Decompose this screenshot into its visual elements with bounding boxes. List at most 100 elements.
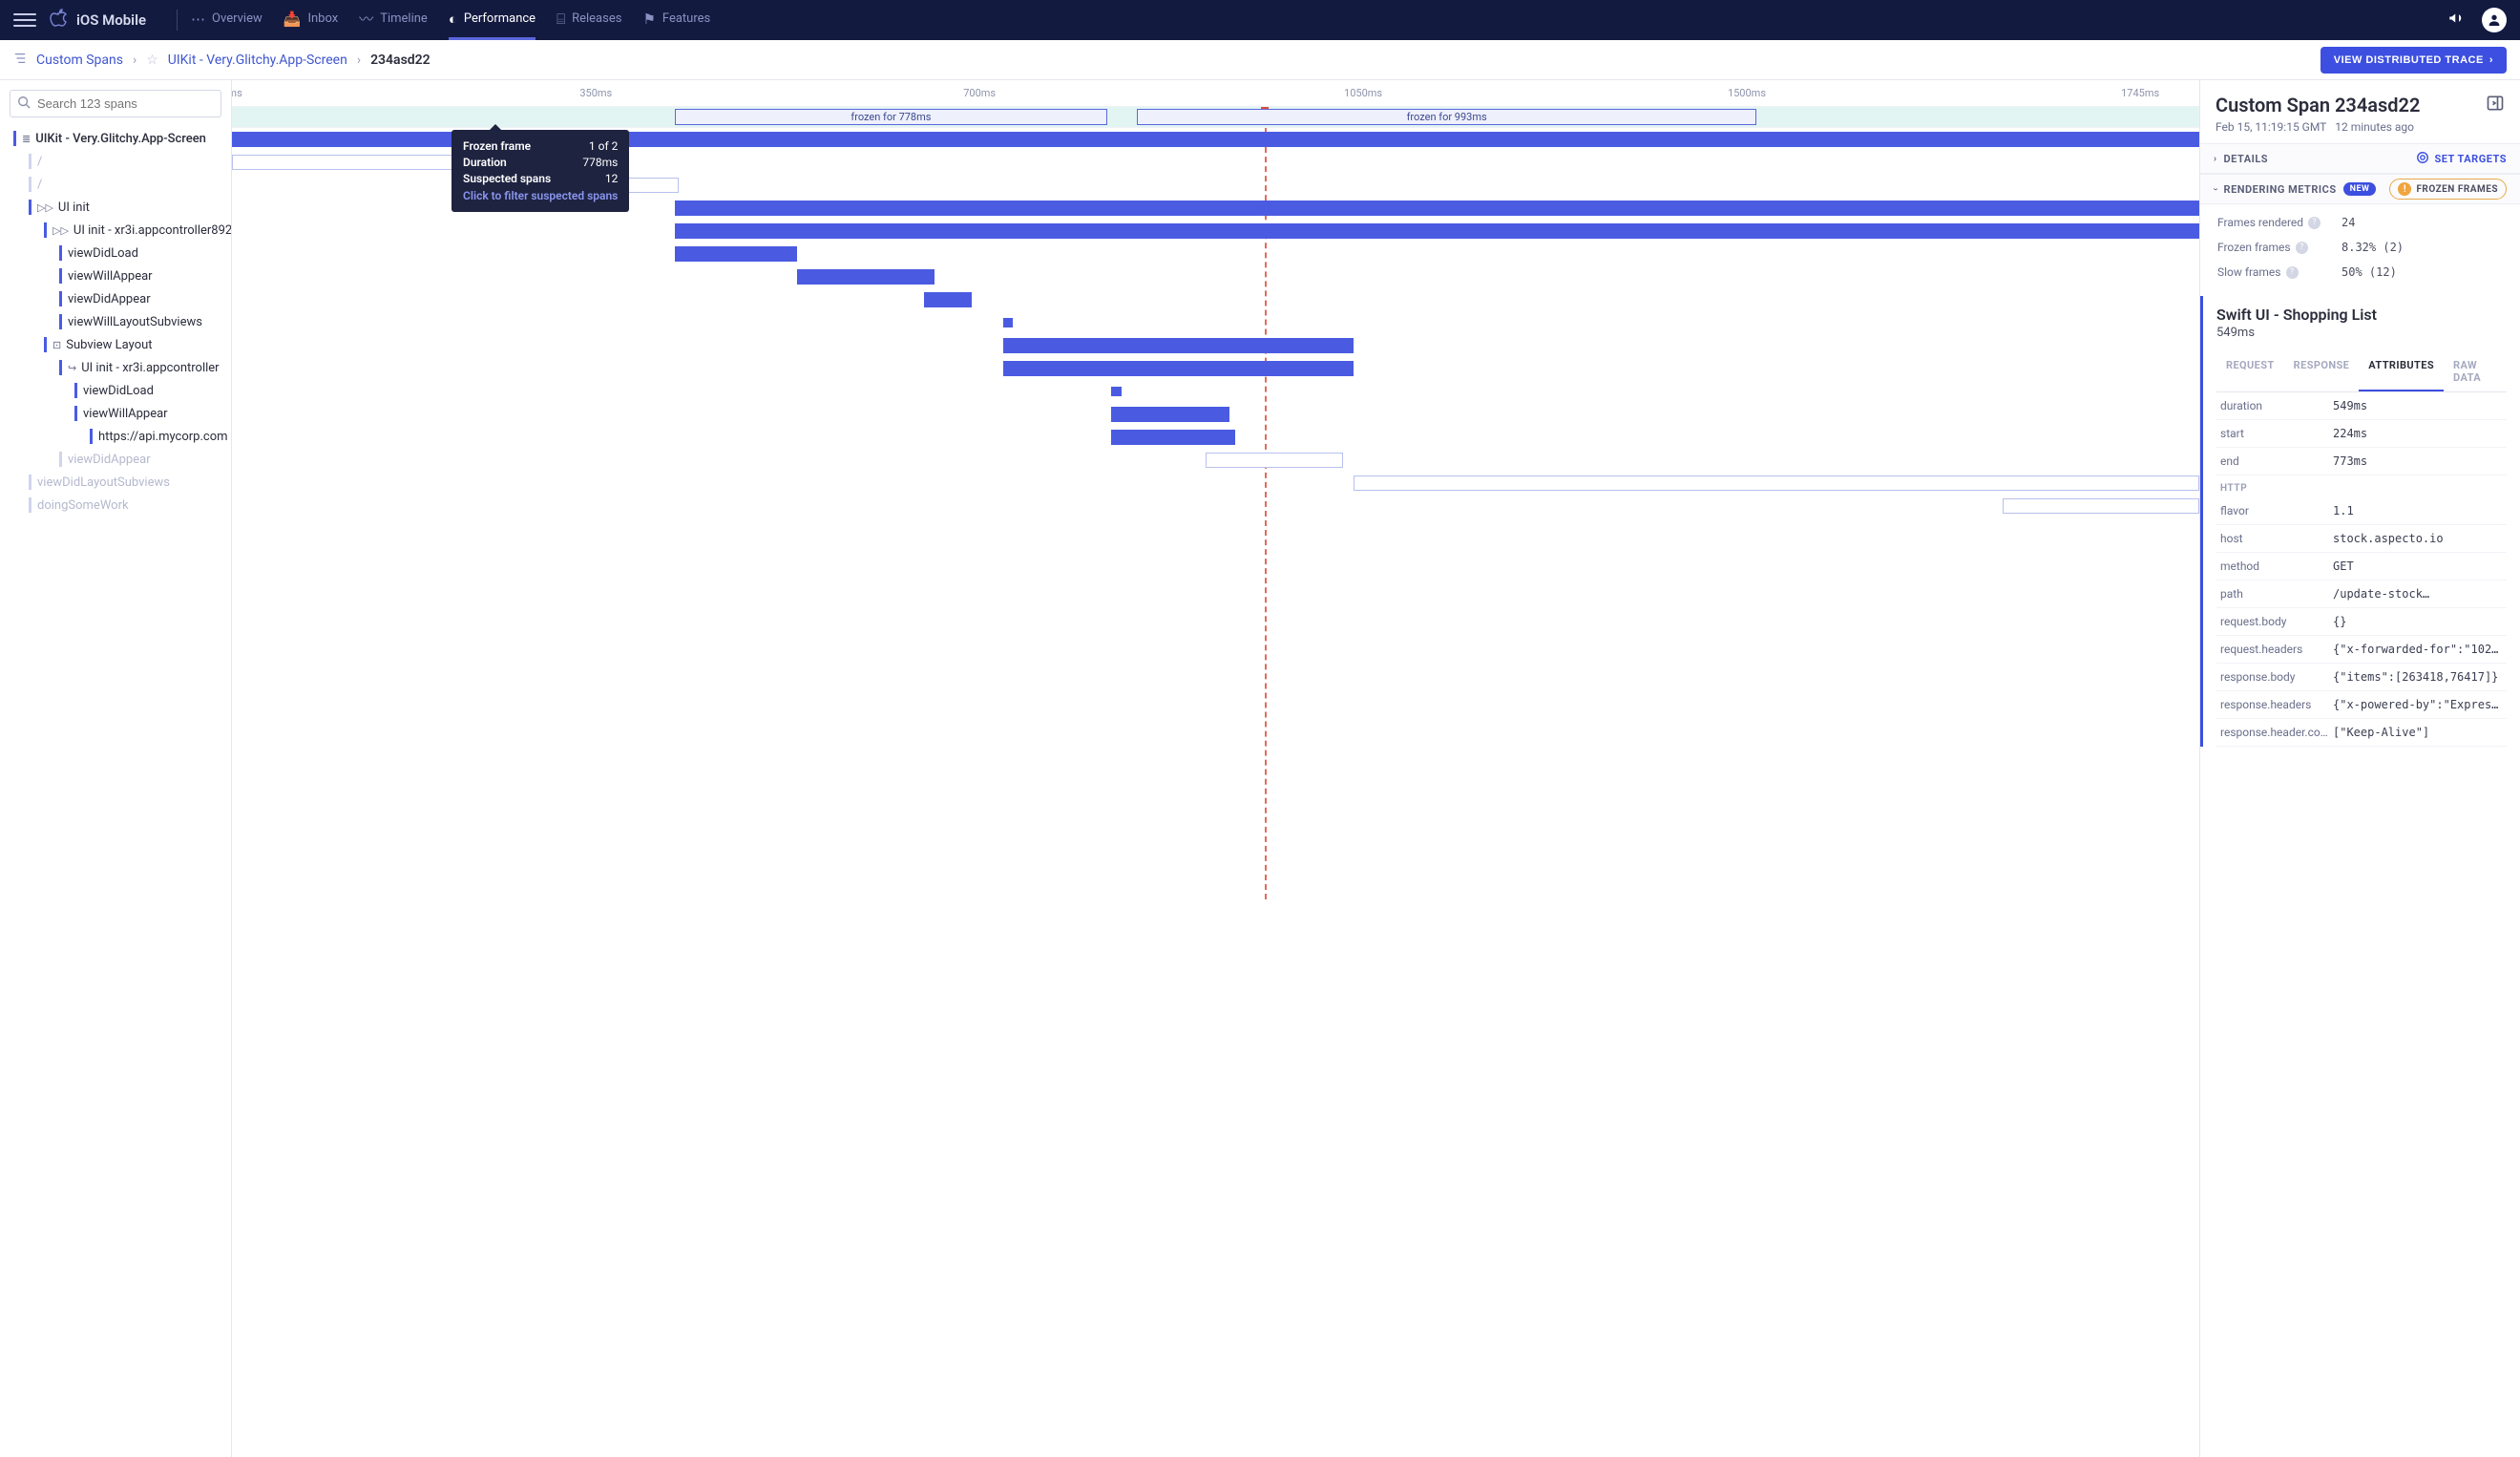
span-color-bar (59, 291, 62, 306)
span-tree-row[interactable]: ▷▷UI init (0, 196, 231, 219)
span-tree-row[interactable]: ↪UI init - xr3i.appcontroller (0, 356, 231, 379)
span-tree-row[interactable]: / (0, 150, 231, 173)
attr-section-label: HTTP (2216, 475, 2507, 497)
span-tree-row[interactable]: viewWillAppear (0, 402, 231, 425)
breadcrumb-item[interactable]: UIKit - Very.Glitchy.App-Screen (168, 53, 347, 68)
span-color-bar (29, 475, 32, 490)
span-bar[interactable] (2003, 498, 2199, 514)
span-title: Custom Span 234asd22 (2216, 94, 2420, 116)
releases-icon: ⌸ (556, 11, 565, 28)
span-bar[interactable] (1206, 453, 1343, 468)
metric-value: 8.32% (2) (2342, 241, 2404, 254)
span-tree-row[interactable]: viewWillAppear (0, 264, 231, 287)
span-tree-row[interactable]: viewDidLoad (0, 379, 231, 402)
span-bar-row (232, 288, 2199, 311)
span-tree-row[interactable]: viewDidAppear (0, 287, 231, 310)
span-bar[interactable] (1003, 318, 1013, 327)
span-tree-row[interactable]: viewDidLayoutSubviews (0, 471, 231, 494)
details-panel: Custom Span 234asd22 Feb 15, 11:19:15 GM… (2200, 80, 2520, 1457)
attr-label: response.header.connect... (2220, 726, 2333, 739)
time-axis: 0ms350ms700ms1050ms1745ms1500ms (232, 80, 2199, 107)
span-bar[interactable] (232, 155, 458, 170)
star-icon[interactable]: ☆ (146, 53, 158, 68)
span-tree-row[interactable]: ⊡Subview Layout (0, 333, 231, 356)
collapse-panel-icon[interactable] (2486, 94, 2505, 117)
set-targets-button[interactable]: SET TARGETS (2416, 151, 2507, 167)
attribute-row: path/update-stock… (2216, 581, 2507, 608)
attr-label: start (2220, 427, 2333, 440)
nav-tab-overview[interactable]: ⋯Overview (191, 0, 262, 40)
row-icon: ⊡ (52, 339, 61, 351)
details-section-header[interactable]: › DETAILS SET TARGETS (2200, 143, 2520, 174)
span-bar[interactable] (675, 201, 2199, 216)
hamburger-menu[interactable] (13, 9, 36, 32)
search-spans-input[interactable] (10, 90, 221, 117)
span-tree-row[interactable]: viewWillLayoutSubviews (0, 310, 231, 333)
span-tree-row[interactable]: ≣UIKit - Very.Glitchy.App-Screen (0, 127, 231, 150)
attr-value: 549ms (2333, 399, 2503, 412)
span-color-bar (59, 314, 62, 329)
span-bar-row (232, 449, 2199, 472)
detail-tab-request[interactable]: REQUEST (2216, 351, 2284, 391)
span-tree-row[interactable]: viewDidLoad (0, 242, 231, 264)
frozen-frames-pill[interactable]: ! FROZEN FRAMES (2389, 179, 2507, 200)
time-tick: 1500ms (1728, 87, 1766, 99)
nav-tab-inbox[interactable]: 📥Inbox (284, 0, 338, 40)
attr-label: request.headers (2220, 643, 2333, 656)
span-bar[interactable] (1111, 430, 1235, 445)
detail-tab-attributes[interactable]: ATTRIBUTES (2359, 351, 2444, 391)
span-bar[interactable] (924, 292, 971, 307)
span-bar[interactable] (675, 223, 2199, 239)
span-detail-card: Swift UI - Shopping List 549ms REQUESTRE… (2200, 296, 2520, 747)
frozen-segment[interactable]: frozen for 778ms (675, 109, 1107, 125)
attr-value: 1.1 (2333, 504, 2503, 517)
attribute-row: response.headers{"x-powered-by":"Express… (2216, 691, 2507, 719)
chevron-right-icon: › (357, 53, 361, 68)
attr-value: /update-stock… (2333, 587, 2503, 601)
help-icon[interactable]: ? (2286, 266, 2299, 279)
row-icon: ≣ (22, 133, 31, 145)
span-tree-row[interactable]: doingSomeWork (0, 494, 231, 517)
span-bar[interactable] (675, 246, 797, 262)
detail-tabs: REQUESTRESPONSEATTRIBUTESRAW DATA (2216, 351, 2507, 392)
attr-label: response.headers (2220, 698, 2333, 711)
span-bar[interactable] (1354, 475, 2199, 491)
nav-tab-features[interactable]: ⚑Features (642, 0, 710, 40)
span-tree-row[interactable]: https://api.mycorp.com (0, 425, 231, 448)
breadcrumb-item[interactable]: Custom Spans (36, 53, 123, 68)
span-bar[interactable] (1111, 387, 1121, 396)
span-bar[interactable] (1003, 338, 1354, 353)
span-bar[interactable] (1003, 361, 1354, 376)
span-bar[interactable] (1111, 407, 1229, 422)
nav-tab-performance[interactable]: ◐Performance (449, 0, 536, 40)
rendering-metrics-header[interactable]: › RENDERING METRICS NEW ! FROZEN FRAMES (2200, 174, 2520, 204)
announcements-icon[interactable] (2447, 10, 2465, 32)
top-nav: iOS Mobile ⋯Overview 📥Inbox 〰Timeline ◐Perf… (0, 0, 2520, 40)
span-color-bar (44, 222, 47, 238)
span-tree-row[interactable]: viewDidAppear (0, 448, 231, 471)
nav-tab-timeline[interactable]: 〰Timeline (359, 0, 428, 40)
frozen-segment[interactable]: frozen for 993ms (1137, 109, 1756, 125)
metric-value: 24 (2342, 216, 2355, 229)
user-avatar[interactable] (2482, 8, 2507, 32)
detail-tab-response[interactable]: RESPONSE (2284, 351, 2360, 391)
nav-tab-releases[interactable]: ⌸Releases (556, 0, 621, 40)
span-label: viewWillAppear (68, 269, 153, 284)
tooltip-filter-link[interactable]: Click to filter suspected spans (463, 189, 618, 202)
span-tree-row[interactable]: / (0, 173, 231, 196)
attribute-row: response.header.connect...["Keep-Alive"] (2216, 719, 2507, 747)
view-distributed-trace-button[interactable]: VIEW DISTRIBUTED TRACE › (2320, 47, 2507, 74)
attr-value: {"x-forwarded-for":"102.211.5… (2333, 643, 2503, 656)
span-tree-row[interactable]: ▷▷UI init - xr3i.appcontroller892 (0, 219, 231, 242)
help-icon[interactable]: ? (2308, 217, 2320, 229)
attr-label: request.body (2220, 615, 2333, 628)
help-icon[interactable]: ? (2296, 242, 2308, 254)
detail-tab-raw-data[interactable]: RAW DATA (2444, 351, 2507, 391)
span-bar[interactable] (797, 269, 934, 285)
attribute-row: start224ms (2216, 420, 2507, 448)
metric-row: Slow frames ?50% (12) (2200, 260, 2520, 285)
span-label: / (37, 155, 42, 169)
chevron-right-icon: › (2489, 54, 2493, 66)
project-name[interactable]: iOS Mobile (76, 11, 146, 29)
attr-value: GET (2333, 560, 2503, 573)
